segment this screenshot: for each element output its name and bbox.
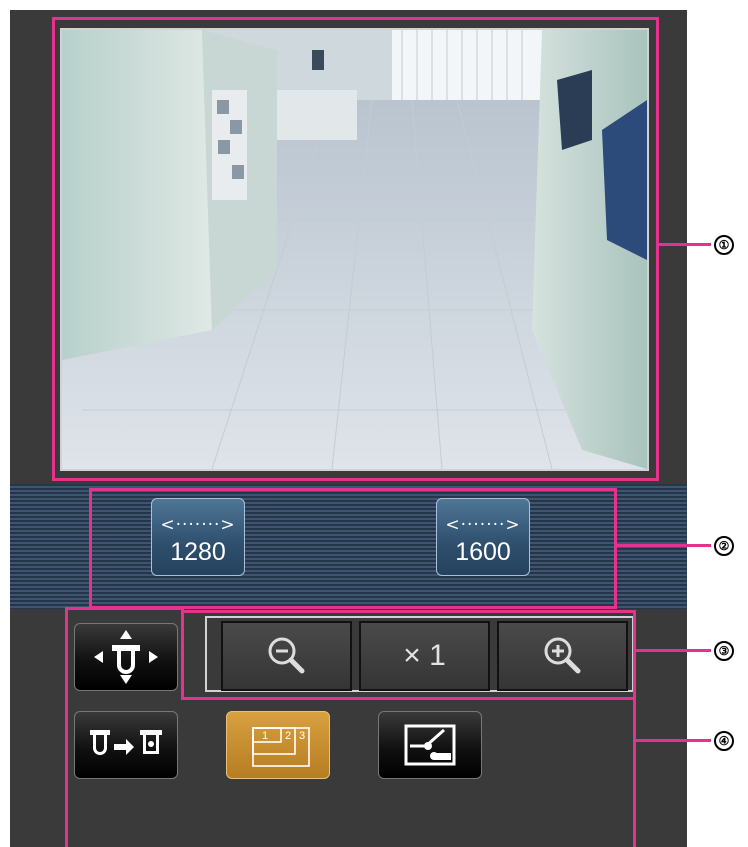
annotation-frame-1 bbox=[52, 17, 659, 20]
camera-switch-button[interactable] bbox=[74, 711, 178, 779]
zoom-out-icon bbox=[268, 637, 304, 674]
annotation-frame-2 bbox=[89, 488, 92, 609]
camera-switch-icon bbox=[90, 730, 162, 755]
resolution-1280-button[interactable]: <·······> 1280 bbox=[151, 498, 245, 576]
annotation-frame-4 bbox=[65, 607, 68, 847]
annotation-frame-2 bbox=[614, 488, 617, 609]
annotation-frame-1 bbox=[52, 17, 55, 481]
zoom-out-button[interactable] bbox=[221, 621, 352, 691]
annotation-frame-4 bbox=[65, 607, 184, 610]
annotation-leader-4 bbox=[636, 739, 711, 742]
annotation-frame-3 bbox=[181, 697, 636, 700]
annotation-frame-4 bbox=[633, 697, 636, 847]
zoom-in-icon bbox=[544, 637, 580, 674]
annotation-frame-1 bbox=[656, 17, 659, 481]
annotation-frame-3 bbox=[181, 610, 636, 613]
camera-image bbox=[60, 28, 649, 471]
resolution-1280-label: 1280 bbox=[170, 538, 226, 566]
camera-feed-image bbox=[62, 30, 647, 469]
callout-2: ② bbox=[714, 536, 734, 556]
pan-tilt-button[interactable] bbox=[74, 623, 178, 691]
resize-arrow-icon: <·······> bbox=[445, 515, 521, 535]
image-adjust-icon bbox=[404, 724, 456, 766]
zoom-in-button[interactable] bbox=[497, 621, 628, 691]
resolution-1600-label: 1600 bbox=[455, 538, 511, 566]
svg-text:3: 3 bbox=[299, 730, 305, 742]
svg-text:1: 1 bbox=[262, 730, 268, 742]
callout-4: ④ bbox=[714, 731, 734, 751]
image-adjust-button[interactable] bbox=[378, 711, 482, 779]
callout-1: ① bbox=[714, 235, 734, 255]
resize-arrow-icon: <·······> bbox=[160, 515, 236, 535]
zoom-reset-button[interactable]: × 1 bbox=[359, 621, 490, 691]
annotation-leader-2 bbox=[617, 544, 711, 547]
callout-3: ③ bbox=[714, 641, 734, 661]
zoom-level-label: × 1 bbox=[403, 639, 446, 672]
annotation-frame-4 bbox=[181, 607, 184, 700]
annotation-leader-3 bbox=[636, 649, 711, 652]
annotation-leader-1 bbox=[659, 243, 711, 246]
pan-tilt-icon bbox=[94, 630, 158, 684]
resolution-bar bbox=[10, 484, 687, 609]
multi-screen-button[interactable]: 1 23 bbox=[226, 711, 330, 779]
annotation-frame-2 bbox=[89, 488, 617, 491]
multi-screen-icon: 1 23 bbox=[252, 727, 310, 767]
resolution-1600-button[interactable]: <·······> 1600 bbox=[436, 498, 530, 576]
annotation-frame-1 bbox=[52, 478, 659, 481]
annotation-frame-3 bbox=[633, 610, 636, 700]
svg-text:2: 2 bbox=[285, 730, 291, 742]
